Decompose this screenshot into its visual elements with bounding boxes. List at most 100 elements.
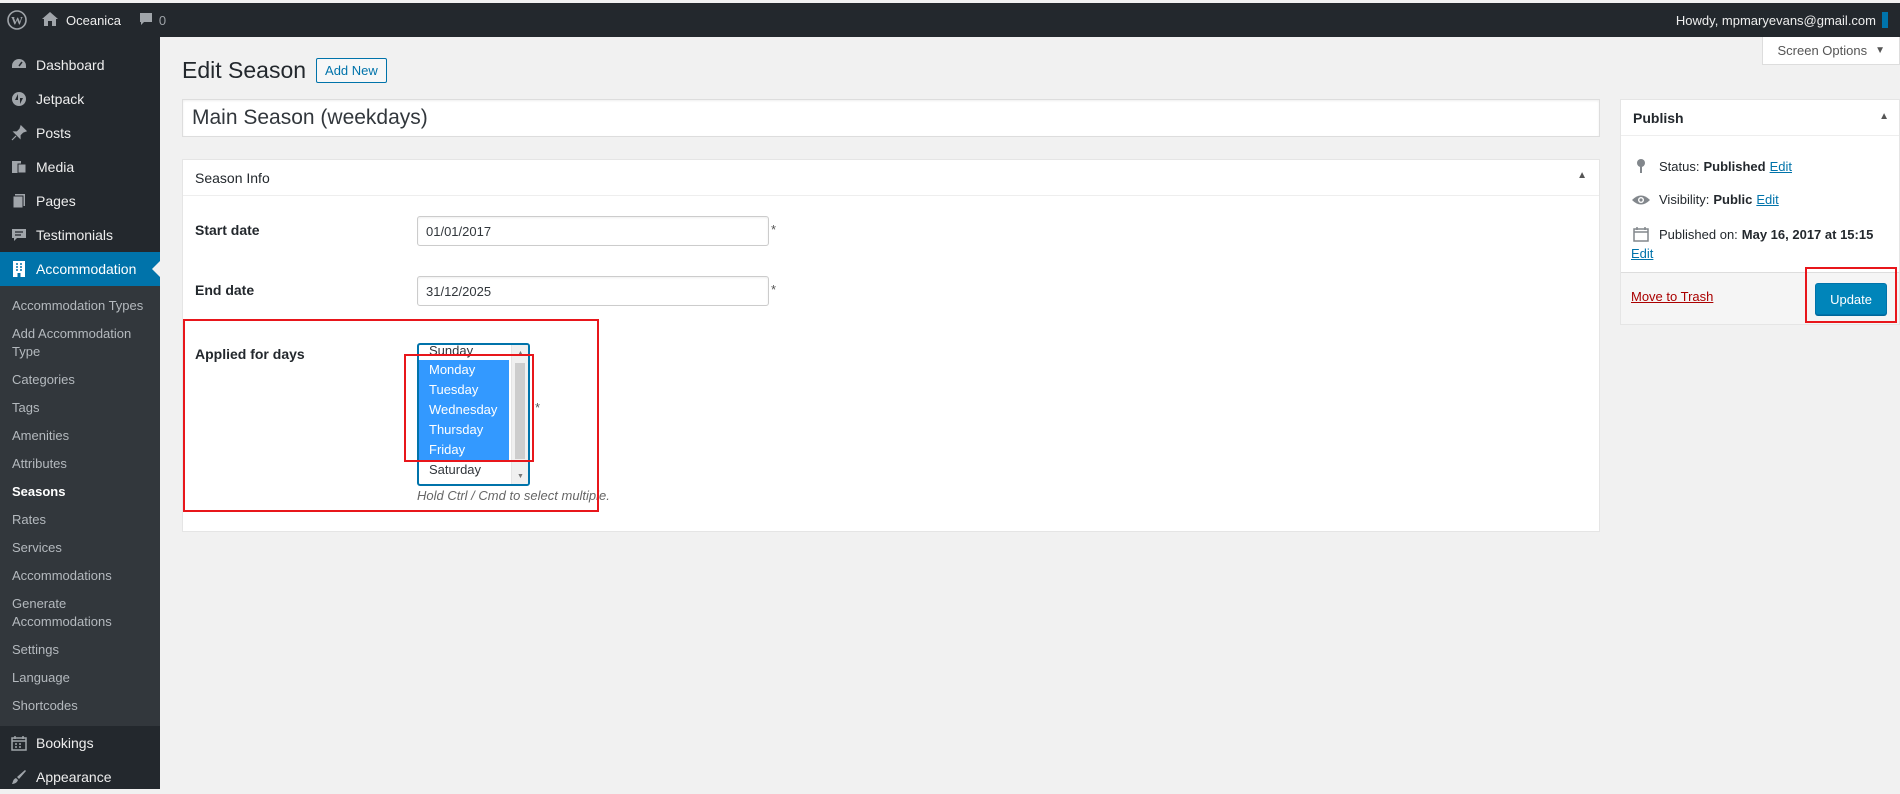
- site-name-link[interactable]: Oceanica: [42, 11, 121, 29]
- pin-icon: [10, 124, 28, 142]
- calendar-icon: [10, 734, 28, 752]
- pin-icon: [1631, 158, 1651, 174]
- publish-box: Publish ▲ Status: Published Edit Visibil…: [1620, 99, 1900, 325]
- screen-options-label: Screen Options: [1777, 43, 1868, 58]
- caret-down-icon: ▼: [1875, 45, 1885, 56]
- media-icon: [10, 158, 28, 176]
- account-menu[interactable]: Howdy, mpmaryevans@gmail.com: [1676, 3, 1888, 37]
- site-name: Oceanica: [66, 12, 121, 28]
- accommodation-submenu: Accommodation Types Add Accommodation Ty…: [0, 286, 160, 726]
- admin-bar: W Oceanica 0 Howdy, mpmaryevans@gmail.co…: [0, 3, 1900, 37]
- submenu-item-accommodation-types[interactable]: Accommodation Types: [0, 292, 160, 320]
- day-option[interactable]: Thursday: [419, 420, 509, 440]
- dashboard-icon: [10, 56, 28, 74]
- day-option[interactable]: Saturday: [419, 460, 509, 480]
- comments-count: 0: [158, 12, 167, 28]
- howdy-text: Howdy, mpmaryevans@gmail.com: [1675, 12, 1876, 28]
- required-mark: *: [771, 222, 777, 237]
- sidebar-item-media[interactable]: Media: [0, 150, 160, 184]
- sidebar-item-label: Pages: [36, 193, 76, 209]
- add-new-button[interactable]: Add New: [316, 58, 387, 83]
- submenu-item-settings[interactable]: Settings: [0, 636, 160, 664]
- visibility-label: Visibility:: [1659, 192, 1710, 207]
- page-title-area: Edit Season Add New: [182, 57, 387, 84]
- submenu-item-services[interactable]: Services: [0, 534, 160, 562]
- sidebar-item-label: Accommodation: [36, 261, 137, 277]
- required-mark: *: [535, 400, 541, 415]
- multiselect-hint: Hold Ctrl / Cmd to select multiple.: [417, 488, 610, 503]
- wordpress-logo-icon[interactable]: W: [0, 3, 34, 37]
- visibility-value: Public: [1713, 192, 1753, 207]
- comments-link[interactable]: 0: [139, 12, 166, 29]
- brush-icon: [10, 768, 28, 786]
- day-option[interactable]: Sunday: [419, 345, 509, 360]
- comment-icon: [139, 12, 153, 29]
- submenu-item-tags[interactable]: Tags: [0, 394, 160, 422]
- sidebar-item-testimonials[interactable]: Testimonials: [0, 218, 160, 252]
- day-option[interactable]: Tuesday: [419, 380, 509, 400]
- post-title-input[interactable]: Main Season (weekdays): [182, 99, 1600, 137]
- start-date-label: Start date: [195, 222, 260, 238]
- start-date-input[interactable]: 01/01/2017: [417, 216, 769, 246]
- collapse-toggle-icon[interactable]: ▲: [1879, 111, 1889, 122]
- sidebar-item-label: Posts: [36, 125, 72, 141]
- publish-title: Publish: [1633, 109, 1684, 126]
- status-label: Status:: [1659, 158, 1700, 174]
- svg-text:W: W: [11, 14, 23, 28]
- submenu-item-language[interactable]: Language: [0, 664, 160, 692]
- scroll-up-icon[interactable]: ▲: [512, 346, 528, 360]
- days-multiselect[interactable]: Sunday Monday Tuesday Wednesday Thursday…: [417, 343, 530, 486]
- jetpack-icon: [10, 90, 28, 108]
- applied-days-label: Applied for days: [195, 346, 305, 362]
- edit-visibility-link[interactable]: Edit: [1756, 192, 1778, 207]
- submenu-item-accommodations[interactable]: Accommodations: [0, 562, 160, 590]
- page-title: Edit Season: [182, 57, 307, 83]
- avatar: [1882, 12, 1888, 28]
- publish-header[interactable]: Publish ▲: [1621, 100, 1899, 136]
- submenu-item-generate-accommodations[interactable]: Generate Accommodations: [0, 590, 160, 636]
- collapse-toggle-icon[interactable]: ▲: [1577, 170, 1587, 181]
- eye-icon: [1631, 194, 1651, 206]
- screen-options-button[interactable]: Screen Options ▼: [1762, 37, 1900, 65]
- sidebar-item-posts[interactable]: Posts: [0, 116, 160, 150]
- day-option[interactable]: Friday: [419, 440, 509, 460]
- season-info-title: Season Info: [195, 169, 270, 186]
- move-to-trash-link[interactable]: Move to Trash: [1631, 289, 1713, 304]
- submenu-item-seasons[interactable]: Seasons: [0, 478, 160, 506]
- sidebar-item-accommodation[interactable]: Accommodation: [0, 252, 160, 286]
- edit-status-link[interactable]: Edit: [1770, 159, 1792, 174]
- sidebar-item-label: Appearance: [36, 769, 112, 785]
- sidebar-item-label: Testimonials: [36, 227, 114, 243]
- day-option[interactable]: Monday: [419, 360, 509, 380]
- published-on-value: May 16, 2017 at 15:15: [1741, 226, 1874, 242]
- submenu-item-shortcodes[interactable]: Shortcodes: [0, 692, 160, 720]
- status-row: Status: Published Edit: [1631, 158, 1792, 174]
- season-info-header[interactable]: Season Info ▲: [183, 160, 1599, 196]
- sidebar-item-pages[interactable]: Pages: [0, 184, 160, 218]
- submenu-item-add-accommodation-type[interactable]: Add Accommodation Type: [0, 320, 160, 366]
- calendar-icon: [1631, 226, 1651, 242]
- submenu-item-attributes[interactable]: Attributes: [0, 450, 160, 478]
- day-option[interactable]: Wednesday: [419, 400, 509, 420]
- sidebar-item-bookings[interactable]: Bookings: [0, 726, 160, 760]
- visibility-row: Visibility: Public Edit: [1631, 192, 1779, 207]
- publish-actions: Move to Trash Update: [1621, 272, 1899, 324]
- edit-date-link[interactable]: Edit: [1631, 246, 1653, 261]
- season-info-box: Season Info ▲ Start date 01/01/2017 * En…: [182, 159, 1600, 532]
- published-on-label: Published on:: [1659, 226, 1738, 242]
- scroll-thumb[interactable]: [515, 363, 525, 459]
- end-date-input[interactable]: 31/12/2025: [417, 276, 769, 306]
- submenu-item-categories[interactable]: Categories: [0, 366, 160, 394]
- sidebar-item-jetpack[interactable]: Jetpack: [0, 82, 160, 116]
- update-button[interactable]: Update: [1815, 283, 1887, 315]
- scroll-down-icon[interactable]: ▼: [512, 469, 528, 483]
- submenu-item-amenities[interactable]: Amenities: [0, 422, 160, 450]
- submenu-item-rates[interactable]: Rates: [0, 506, 160, 534]
- sidebar-item-label: Bookings: [36, 735, 94, 751]
- scrollbar[interactable]: ▲ ▼: [511, 345, 528, 484]
- home-icon: [42, 11, 58, 29]
- required-mark: *: [771, 282, 777, 297]
- main-content: Screen Options ▼ Edit Season Add New Mai…: [160, 37, 1900, 789]
- sidebar-item-dashboard[interactable]: Dashboard: [0, 48, 160, 82]
- edit-date-row: Edit: [1627, 246, 1653, 261]
